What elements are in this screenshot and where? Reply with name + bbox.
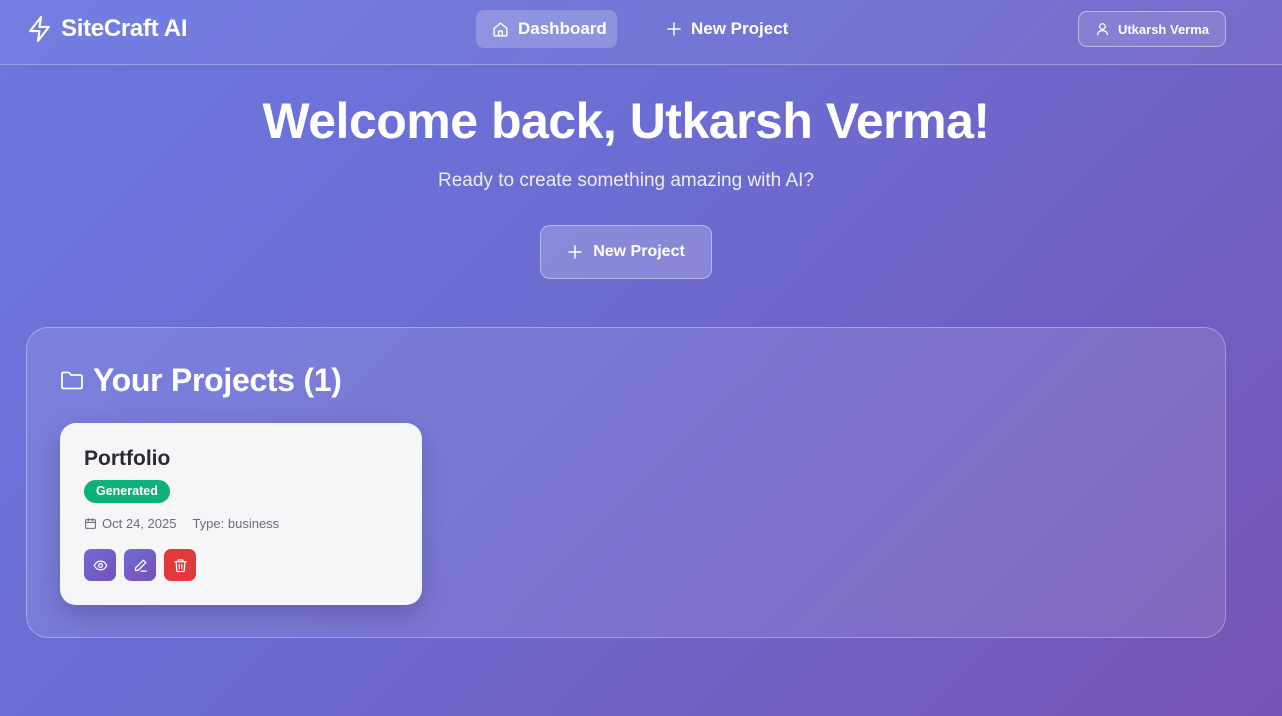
project-name: Portfolio bbox=[84, 447, 171, 470]
nav-new-project[interactable]: New Project bbox=[650, 10, 804, 48]
welcome-subtitle: Ready to create something amazing with A… bbox=[438, 170, 814, 191]
projects-panel: Your Projects (1) Portfolio Generated Oc… bbox=[26, 327, 1226, 638]
edit-project-button[interactable] bbox=[124, 549, 156, 581]
delete-project-button[interactable] bbox=[164, 549, 196, 581]
eye-icon bbox=[93, 558, 108, 573]
project-meta: Oct 24, 2025 Type: business bbox=[84, 516, 279, 531]
plus-icon bbox=[567, 244, 583, 260]
project-date: Oct 24, 2025 bbox=[102, 516, 177, 531]
calendar-icon bbox=[84, 517, 97, 530]
project-actions bbox=[84, 549, 196, 581]
user-menu-button[interactable]: Utkarsh Verma bbox=[1078, 11, 1226, 47]
view-project-button[interactable] bbox=[84, 549, 116, 581]
folder-icon bbox=[60, 370, 84, 392]
top-navbar: SiteCraft AI Dashboard New Project Utkar… bbox=[0, 0, 1282, 65]
user-name: Utkarsh Verma bbox=[1117, 21, 1210, 37]
project-type: Type: business bbox=[192, 516, 280, 531]
trash-icon bbox=[173, 558, 188, 573]
new-project-button[interactable]: New Project bbox=[540, 225, 712, 279]
lightning-bolt-icon bbox=[27, 15, 52, 43]
edit-icon bbox=[133, 558, 148, 573]
brand-name: SiteCraft AI bbox=[61, 15, 188, 42]
welcome-title: Welcome back, Utkarsh Verma! bbox=[262, 93, 990, 149]
project-card[interactable]: Portfolio Generated Oct 24, 2025 Type: b… bbox=[60, 423, 422, 605]
brand[interactable]: SiteCraft AI bbox=[27, 15, 188, 43]
nav-dashboard[interactable]: Dashboard bbox=[476, 10, 617, 48]
home-icon bbox=[492, 21, 509, 38]
user-icon bbox=[1095, 21, 1110, 37]
projects-title: Your Projects (1) bbox=[93, 362, 342, 398]
status-badge: Generated bbox=[84, 480, 170, 503]
nav-new-project-label: New Project bbox=[691, 19, 789, 38]
plus-icon bbox=[666, 21, 682, 37]
nav-dashboard-label: Dashboard bbox=[518, 19, 607, 38]
projects-header: Your Projects (1) bbox=[60, 362, 342, 399]
new-project-button-label: New Project bbox=[593, 243, 685, 260]
